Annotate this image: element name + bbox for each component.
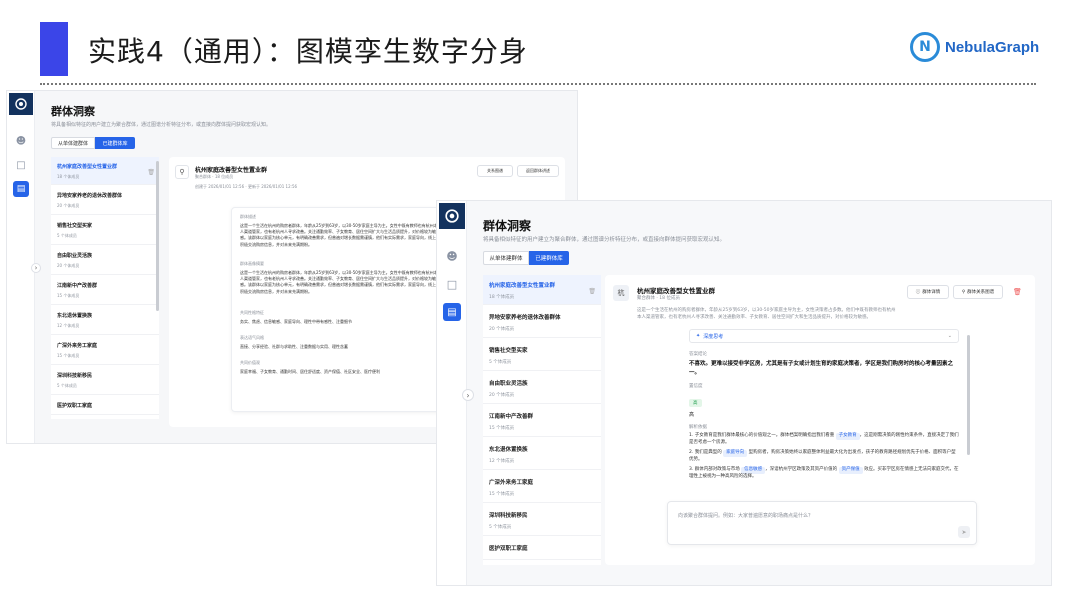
slide: 实践4（通用）：图模孪生数字分身 N NebulaGraph ☻ □ ▤ › 群… [0,0,1080,602]
list-item[interactable]: 自由职业灵活族 20 个体成员 [483,371,601,404]
detail-title: 杭州家庭改善型女性置业群 [195,167,268,174]
delete-icon[interactable]: 🗑 [1013,288,1022,296]
tag-asset-preservation: 资产保值 [838,466,863,474]
section-text: 直接、分享经验、社群与求助性、注重数据与实用、理性含蓄 [240,344,348,350]
globe-icon[interactable] [439,203,465,229]
group-list: 杭州家庭改善型女性置业群 18 个体成员 🗑 异地安家养老的退休改善群体 20 … [483,275,601,565]
list-item[interactable]: 深圳科技新移民 5 个体成员 [51,365,159,395]
trash-icon[interactable]: 🗑 [588,288,596,295]
list-item[interactable]: 东北退休置换族 12 个体成员 [483,437,601,470]
page-subtitle: 将具备相似特征的用户建立为聚合群体，通过图谱分析特征分布，或直接向群体提问获取宏… [483,237,726,243]
section-label: 群体画像摘要 [240,261,264,266]
list-item[interactable]: 杭州家庭改善型女性置业群 18 个体成员 🗑 [51,157,159,185]
tag-family-oriented: 家庭导向 [723,449,748,457]
confidence-value: 高 [689,412,695,419]
group-detail: 杭 杭州家庭改善型女性置业群 聚合群体 · 18 位成员 ⓘ 群体详情 ⚲ 群体关系… [605,275,1035,565]
trash-icon[interactable]: 🗑 [147,169,155,176]
users-icon[interactable]: ☻ [13,133,29,149]
front-screenshot: ☻ □ ▤ › 群体洞察 将具备相似特征的用户建立为聚合群体，通过图谱分析特征分… [436,200,1052,586]
tab-build-from-individual[interactable]: 从单体建群体 [483,251,529,265]
detail-meta: 聚合群体 · 18 位成员 [195,174,234,179]
section-text: 务实、焦虑、信息敏感、家庭导向、理性中带有感性、注重细节 [240,319,352,324]
nebula-logo-icon: N [910,32,940,62]
list-item[interactable]: 医护双职工家庭 [51,395,159,415]
reasons-label: 解析依据 [689,425,707,431]
chat-icon[interactable]: □ [13,157,29,173]
reason-item: 3. 群体内部对政策与市场 信息敏感 ，深谙杭州学区政策及其资产价值的 资产保值 … [689,466,959,479]
users-icon[interactable]: ☻ [443,247,461,265]
tab-group-library[interactable]: 已建群体库 [529,251,569,265]
group-graph-button[interactable]: ⚲ 群体关系图谱 [953,285,1003,299]
graph-icon: ⚲ [961,289,966,295]
confidence-badge: 高 [689,399,702,408]
title-accent-bar [40,22,68,76]
group-tabs: 从单体建群体 已建群体库 [483,251,569,265]
qa-panel: ✦ 深度思考 ⌄ 答案结论 不喜欢。更难以接受非学区房，尤其是有子女或计划生育的… [689,329,959,495]
list-item[interactable]: 广深外来务工家庭 15 个体成员 [51,335,159,365]
group-list: 杭州家庭改善型女性置业群 18 个体成员 🗑 异地安家养老的退休改善群体 20 … [51,157,159,419]
section-text: 家庭幸福、子女教育、通勤时间、居住舒适度、资产保值、社区安全、医疗便利 [240,369,380,375]
list-item[interactable]: 杭州家庭改善型女性置业群 18 个体成员 🗑 [483,275,601,305]
info-icon: ⓘ [915,290,921,295]
answer-text: 不喜欢。更难以接受非学区房，尤其是有子女或计划生育的家庭决策者，学区是我们购房时… [689,361,954,376]
tab-group-library[interactable]: 已建群体库 [95,137,135,149]
qa-scrollbar[interactable] [967,335,970,455]
reason-item: 2. 我们是典型的 家庭导向 型购房者，购房决策始终以家庭整体利益最大化为出发点… [689,449,956,462]
list-item[interactable]: 江南新中产改善群 15 个体成员 [51,275,159,305]
globe-icon[interactable] [9,93,33,115]
section-text: 这是一个生活在杭州的购房者群体，年龄从25岁到63岁，以30-50岁家庭主导为主… [240,270,438,294]
detail-meta: 聚合群体 · 18 位成员 [637,296,680,301]
confidence-label: 置信度 [689,384,703,390]
section-label: 群体描述 [240,214,256,219]
page-title: 群体洞察 [483,219,532,233]
list-item[interactable]: 广深外来务工家庭 15 个体成员 [483,470,601,503]
list-item[interactable]: 异地安家养老的退休改善群体 20 个体成员 [483,305,601,338]
group-detail-button[interactable]: ⓘ 群体详情 [907,285,949,299]
group-avatar: 杭 [613,285,629,301]
brand-logo-text: NebulaGraph [945,38,1040,56]
back-to-narrative-button[interactable]: 返回群体讲述 [517,165,559,177]
slide-title: 实践4（通用）：图模孪生数字分身 [88,35,528,68]
group-description: 这是一个生活在杭州的购房者群体，年龄从25岁到63岁，以30-50岁家庭主导为主… [637,308,896,321]
list-item[interactable]: 深圳科技新移民 5 个体成员 [483,503,601,536]
page-title: 群体洞察 [51,105,95,118]
header-divider [40,83,1036,85]
list-item[interactable]: 自由职业灵活族 20 个体成员 [51,245,159,275]
brand-logo: N NebulaGraph [910,32,1039,62]
sparkle-icon: ✦ [696,333,701,339]
ask-input[interactable]: 向该聚合群体提问。例如：大家普遍愿意的职场痛点是什么？ [678,512,813,519]
send-icon[interactable]: ➤ [958,526,970,538]
list-item[interactable]: 东北退休置换族 12 个体成员 [51,305,159,335]
ask-box[interactable]: 向该聚合群体提问。例如：大家普遍愿意的职场痛点是什么？ ➤ [667,501,977,545]
group-profile-card: 群体描述 这是一个生活在杭州的购房者群体，年龄从25岁到63岁，以30-50岁家… [231,207,447,412]
section-label: 共同价值观 [240,360,260,366]
thinking-toggle[interactable]: ✦ 深度思考 ⌄ [689,329,959,343]
chevron-right-icon[interactable]: › [31,263,41,273]
list-item[interactable]: 异地安家养老的退休改善群体 20 个体成员 [51,185,159,215]
graph-node-icon: ⚲ [175,165,189,179]
tag-child-education: 子女教育 [835,433,860,440]
tab-build-from-individual[interactable]: 从单体建群体 [51,137,95,149]
chevron-down-icon: ⌄ [947,333,952,339]
relation-graph-button[interactable]: 关系图谱 [477,165,513,177]
section-label: 共同性格特征 [240,310,264,315]
answer-label: 答案结论 [689,352,707,357]
reason-item: 1. 子女教育是我们群体最核心的价值观之一。群体档案明确指出我们看重 子女教育，… [689,433,959,445]
detail-title: 杭州家庭改善型女性置业群 [637,287,715,295]
page-subtitle: 将具备相似特征的用户建立为聚合群体，通过图谱分析特征分布，或直接向群体提问获取宏… [51,122,272,128]
detail-time: 创建于 2026/01/01 12:56 · 更新于 2026/01/01 12… [195,184,298,189]
list-item[interactable]: 销售社交型买家 5 个体成员 [483,338,601,371]
tag-info-sensitive: 信息敏感 [741,466,766,474]
section-label: 表达语气风格 [240,335,264,341]
group-tabs: 从单体建群体 已建群体库 [51,137,135,149]
chart-icon[interactable]: ▤ [443,303,461,321]
chart-icon[interactable]: ▤ [13,181,29,197]
chevron-right-icon[interactable]: › [462,389,474,401]
list-item[interactable]: 江南新中产改善群 15 个体成员 [483,404,601,437]
list-item[interactable]: 销售社交型买家 5 个体成员 [51,215,159,245]
list-scrollbar[interactable] [156,161,159,311]
chat-icon[interactable]: □ [443,275,461,293]
section-text: 这是一个生活在杭州的购房者群体，年龄从25岁到63岁，以30-50岁家庭主导为主… [240,223,438,247]
list-item[interactable]: 医护双职工家庭 [483,536,601,560]
